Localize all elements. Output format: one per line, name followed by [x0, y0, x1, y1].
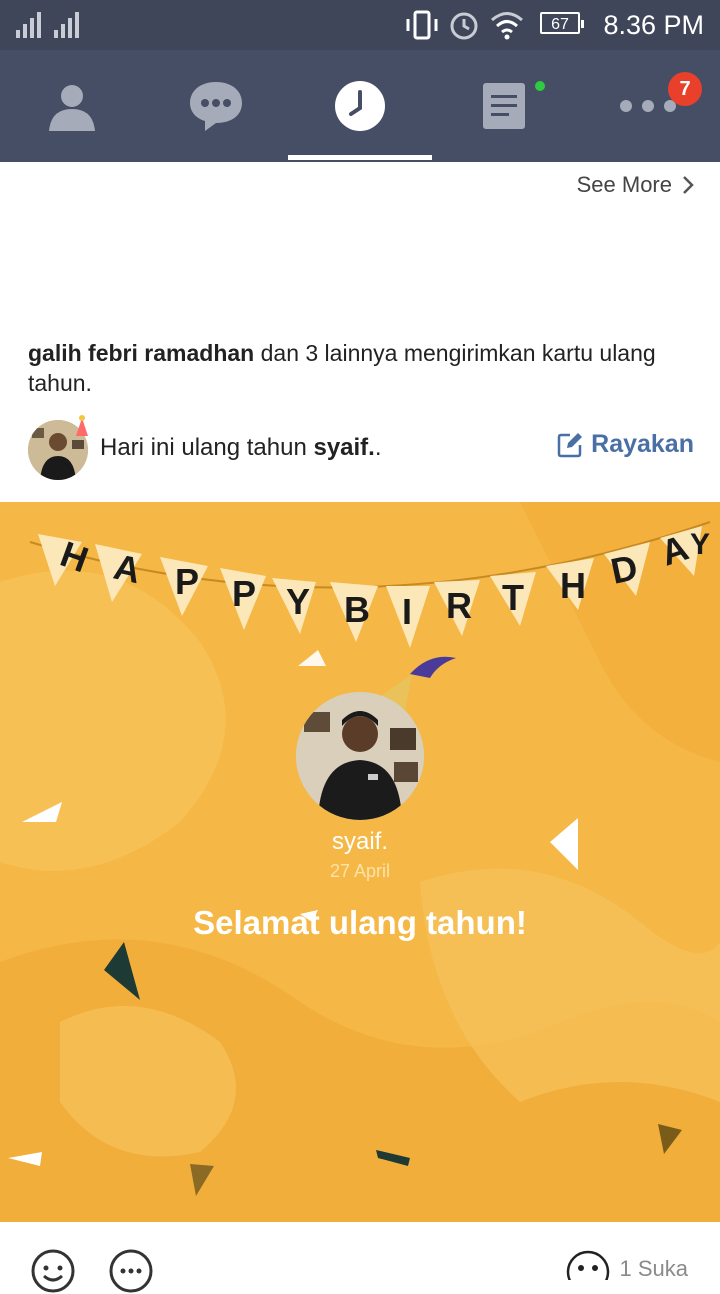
- comment-icon[interactable]: [108, 1248, 154, 1294]
- like-count[interactable]: 1 Suka: [620, 1256, 689, 1282]
- sticker-reaction-icon: [566, 1250, 610, 1280]
- birthday-suffix: .: [374, 434, 382, 461]
- birthday-card-name: syaif.: [331, 828, 388, 855]
- person-icon: [49, 85, 95, 131]
- tab-bar: [0, 50, 720, 162]
- svg-text:Y: Y: [286, 581, 310, 622]
- celebrate-button[interactable]: Rayakan: [557, 430, 694, 459]
- signal-strength-icon-2: [54, 12, 79, 38]
- active-tab-indicator: [288, 155, 432, 160]
- smiley-icon[interactable]: [30, 1248, 76, 1294]
- clock-icon: [335, 81, 385, 131]
- status-bar: 67 8.36 PM: [0, 0, 720, 50]
- celebrate-label: Rayakan: [591, 430, 694, 458]
- see-more-link[interactable]: See More: [577, 172, 694, 198]
- svg-text:P: P: [232, 573, 256, 614]
- alarm-icon: [450, 12, 478, 40]
- tab-chats[interactable]: [144, 50, 288, 162]
- svg-text:B: B: [344, 589, 370, 630]
- signal-strength-icon: [16, 12, 41, 38]
- notification-badge: 7: [668, 72, 702, 106]
- more-icon: [620, 100, 676, 112]
- profile-photo-large: [296, 692, 424, 820]
- birthday-name: syaif.: [313, 434, 375, 461]
- svg-text:H: H: [560, 565, 586, 606]
- birthday-prefix: Hari ini ulang tahun: [100, 434, 314, 461]
- birthday-card-date: 27 April: [329, 861, 391, 881]
- party-hat-icon: [76, 415, 88, 436]
- status-time: 8.36 PM: [603, 10, 704, 40]
- tab-friends[interactable]: [0, 50, 144, 162]
- notice-sender[interactable]: galih febri ramadhan: [28, 340, 254, 366]
- vibrate-icon: [406, 10, 438, 40]
- birthday-avatar[interactable]: [296, 692, 424, 820]
- tab-news[interactable]: [432, 50, 576, 162]
- birthday-row: Hari ini ulang tahun syaif.. Rayakan: [28, 415, 694, 484]
- edit-icon: [557, 432, 583, 457]
- birthday-card-greeting: Selamat ulang tahun!: [193, 904, 527, 941]
- see-more-label: See More: [576, 172, 672, 197]
- new-content-dot: [535, 81, 545, 91]
- news-icon: [483, 83, 525, 129]
- svg-text:I: I: [402, 591, 412, 632]
- svg-text:T: T: [502, 577, 524, 618]
- post-action-bar: [0, 1222, 720, 1293]
- tab-more[interactable]: [576, 50, 720, 162]
- wifi-icon: [491, 12, 523, 40]
- birthday-text: Hari ini ulang tahun syaif..: [100, 434, 382, 462]
- svg-text:R: R: [446, 585, 472, 626]
- battery-indicator: 67: [540, 12, 584, 34]
- svg-text:Y: Y: [690, 528, 710, 561]
- tab-timeline[interactable]: [288, 50, 432, 162]
- birthday-card-notice: galih febri ramadhan dan 3 lainnya mengi…: [28, 338, 698, 398]
- svg-text:P: P: [175, 561, 199, 602]
- chat-bubble-icon: [190, 82, 242, 131]
- chevron-right-icon: [683, 176, 694, 194]
